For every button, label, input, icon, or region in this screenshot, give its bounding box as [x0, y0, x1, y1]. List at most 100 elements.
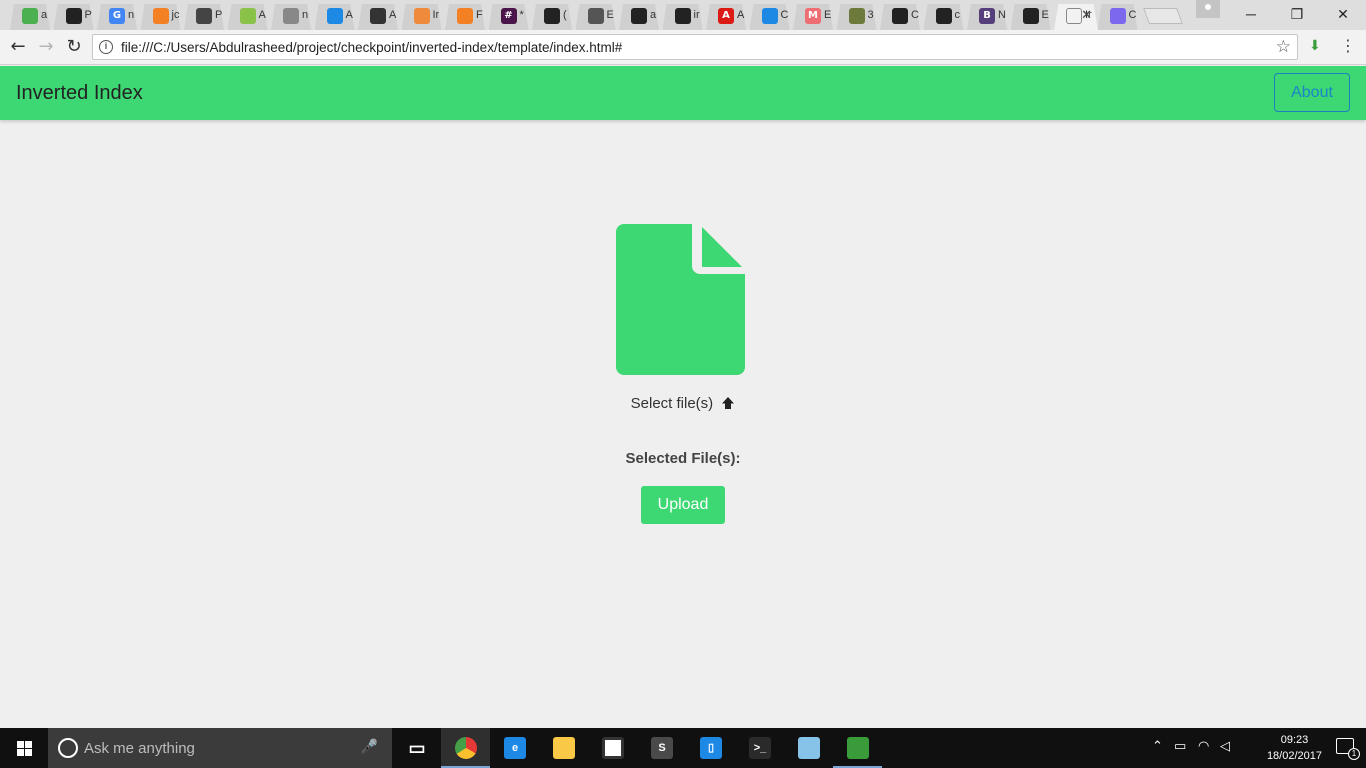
browser-tab[interactable]: A	[227, 4, 268, 30]
taskbar-app[interactable]	[441, 728, 490, 768]
clock-time: 09:23	[1280, 734, 1309, 746]
wifi-icon[interactable]: ◠	[1198, 739, 1209, 754]
battery-icon[interactable]: ▭	[1174, 739, 1186, 754]
download-icon[interactable]: ⬇	[1309, 38, 1321, 54]
taskbar-app[interactable]	[833, 728, 882, 768]
browser-tab[interactable]: AA	[706, 4, 746, 30]
tab-favicon	[1109, 8, 1126, 24]
notification-count: 1	[1348, 748, 1360, 760]
github-icon	[935, 8, 952, 24]
browser-tab[interactable]: jc	[140, 4, 181, 30]
taskbar-search-box[interactable]: Ask me anything 🎤	[48, 728, 392, 768]
browser-tab[interactable]: C	[1097, 4, 1138, 30]
profile-icon[interactable]	[1196, 0, 1220, 18]
selected-files-heading: Selected File(s):	[625, 450, 741, 467]
taskbar-app[interactable]	[784, 728, 833, 768]
slack-icon: #	[500, 8, 517, 24]
tab-favicon	[413, 8, 430, 24]
tab-title: E	[1041, 9, 1049, 21]
tab-title: 3	[867, 9, 874, 21]
select-files-text[interactable]: Select file(s)	[631, 395, 714, 412]
browser-tab[interactable]: E	[1010, 4, 1051, 30]
bookmark-star-icon[interactable]: ☆	[1276, 37, 1291, 57]
taskbar-clock[interactable]: 09:23 18/02/2017	[1267, 732, 1322, 764]
browser-tab[interactable]: Gn	[97, 4, 137, 30]
tab-favicon	[761, 8, 778, 24]
browser-tab[interactable]: Ir ✕	[1054, 4, 1098, 30]
restore-button[interactable]: ❐	[1274, 0, 1320, 28]
browser-tab[interactable]: 3	[836, 4, 877, 30]
tab-title: P	[84, 9, 92, 21]
tab-title: E	[824, 9, 832, 21]
browser-tab[interactable]: E	[575, 4, 616, 30]
browser-menu-icon[interactable]: ⋮	[1340, 36, 1356, 55]
minimize-button[interactable]: ─	[1228, 0, 1274, 28]
window-controls: ─ ❐ ✕	[1228, 0, 1366, 28]
cortana-icon[interactable]	[58, 738, 78, 758]
browser-tab[interactable]: C	[880, 4, 920, 30]
info-icon[interactable]: i	[99, 40, 113, 54]
taskbar-app[interactable]: ▯	[686, 728, 735, 768]
taskbar-app[interactable]: S	[637, 728, 686, 768]
taskbar-app[interactable]: >_	[735, 728, 784, 768]
notepad-icon	[798, 737, 820, 759]
microphone-icon[interactable]: 🎤	[361, 739, 378, 755]
tab-favicon	[892, 8, 908, 24]
materialize-icon: M	[805, 8, 821, 24]
close-button[interactable]: ✕	[1320, 0, 1366, 28]
tab-title: a	[650, 9, 657, 21]
browser-tab[interactable]: P	[53, 4, 94, 30]
taskbar-app[interactable]	[539, 728, 588, 768]
tab-title: A	[389, 9, 397, 21]
new-tab-button[interactable]	[1143, 8, 1183, 24]
browser-tab[interactable]: c	[923, 4, 964, 30]
browser-tab[interactable]: A	[358, 4, 398, 30]
browser-tab[interactable]: Ir	[401, 4, 442, 30]
tab-favicon	[1066, 8, 1082, 24]
about-button[interactable]: About	[1274, 73, 1350, 112]
taskbar-app[interactable]: e	[490, 728, 539, 768]
browser-tab[interactable]: ME	[793, 4, 833, 30]
taskbar-app[interactable]	[588, 728, 637, 768]
reload-icon[interactable]: ↻	[63, 36, 85, 58]
tab-title: E	[606, 9, 614, 21]
browser-tab[interactable]: ir	[662, 4, 703, 30]
taskbar-app[interactable]: ▭	[392, 728, 441, 768]
tab-close-icon[interactable]: ✕	[1081, 7, 1092, 23]
tab-favicon	[848, 8, 865, 24]
upload-button[interactable]: Upload	[641, 486, 725, 524]
browser-tab[interactable]: BN	[967, 4, 1007, 30]
system-tray: ⌃ ▭ ◠ ◁ 09:23 18/02/2017 1	[1146, 728, 1366, 768]
tab-title: F	[476, 9, 483, 21]
browser-tab[interactable]: P	[184, 4, 224, 30]
browser-tab[interactable]: A	[314, 4, 355, 30]
browser-tab[interactable]: a	[10, 4, 50, 30]
tray-chevron-icon[interactable]: ⌃	[1152, 739, 1163, 754]
back-icon[interactable]: ←	[7, 36, 29, 58]
volume-icon[interactable]: ◁	[1220, 739, 1230, 754]
file-upload-icon[interactable]	[616, 224, 745, 375]
tab-title: n	[302, 9, 309, 21]
tab-favicon	[370, 8, 386, 24]
document-icon	[283, 8, 299, 24]
select-files-label[interactable]: Select file(s)	[616, 395, 750, 412]
tab-title: ir	[693, 9, 700, 21]
url-text[interactable]: file:///C:/Users/Abdulrasheed/project/ch…	[121, 40, 622, 55]
action-center-icon[interactable]: 1	[1336, 738, 1360, 760]
browser-tab[interactable]: n	[271, 4, 311, 30]
app-title[interactable]: Inverted Index	[16, 82, 143, 105]
start-button[interactable]	[0, 728, 48, 768]
browser-tab[interactable]: F	[445, 4, 485, 30]
stackoverflow-icon	[152, 8, 169, 24]
browser-tab[interactable]: # *	[488, 4, 529, 30]
search-placeholder[interactable]: Ask me anything	[84, 740, 195, 757]
forward-icon[interactable]: →	[35, 36, 57, 58]
browser-tab[interactable]: C	[749, 4, 790, 30]
github-icon	[544, 8, 560, 24]
tab-favicon	[326, 8, 343, 24]
browser-tab[interactable]: a	[619, 4, 659, 30]
file-explorer-icon	[553, 737, 575, 759]
browser-tab[interactable]: (	[532, 4, 572, 30]
idm-icon	[847, 737, 869, 759]
address-bar[interactable]: i file:///C:/Users/Abdulrasheed/project/…	[92, 34, 1298, 60]
